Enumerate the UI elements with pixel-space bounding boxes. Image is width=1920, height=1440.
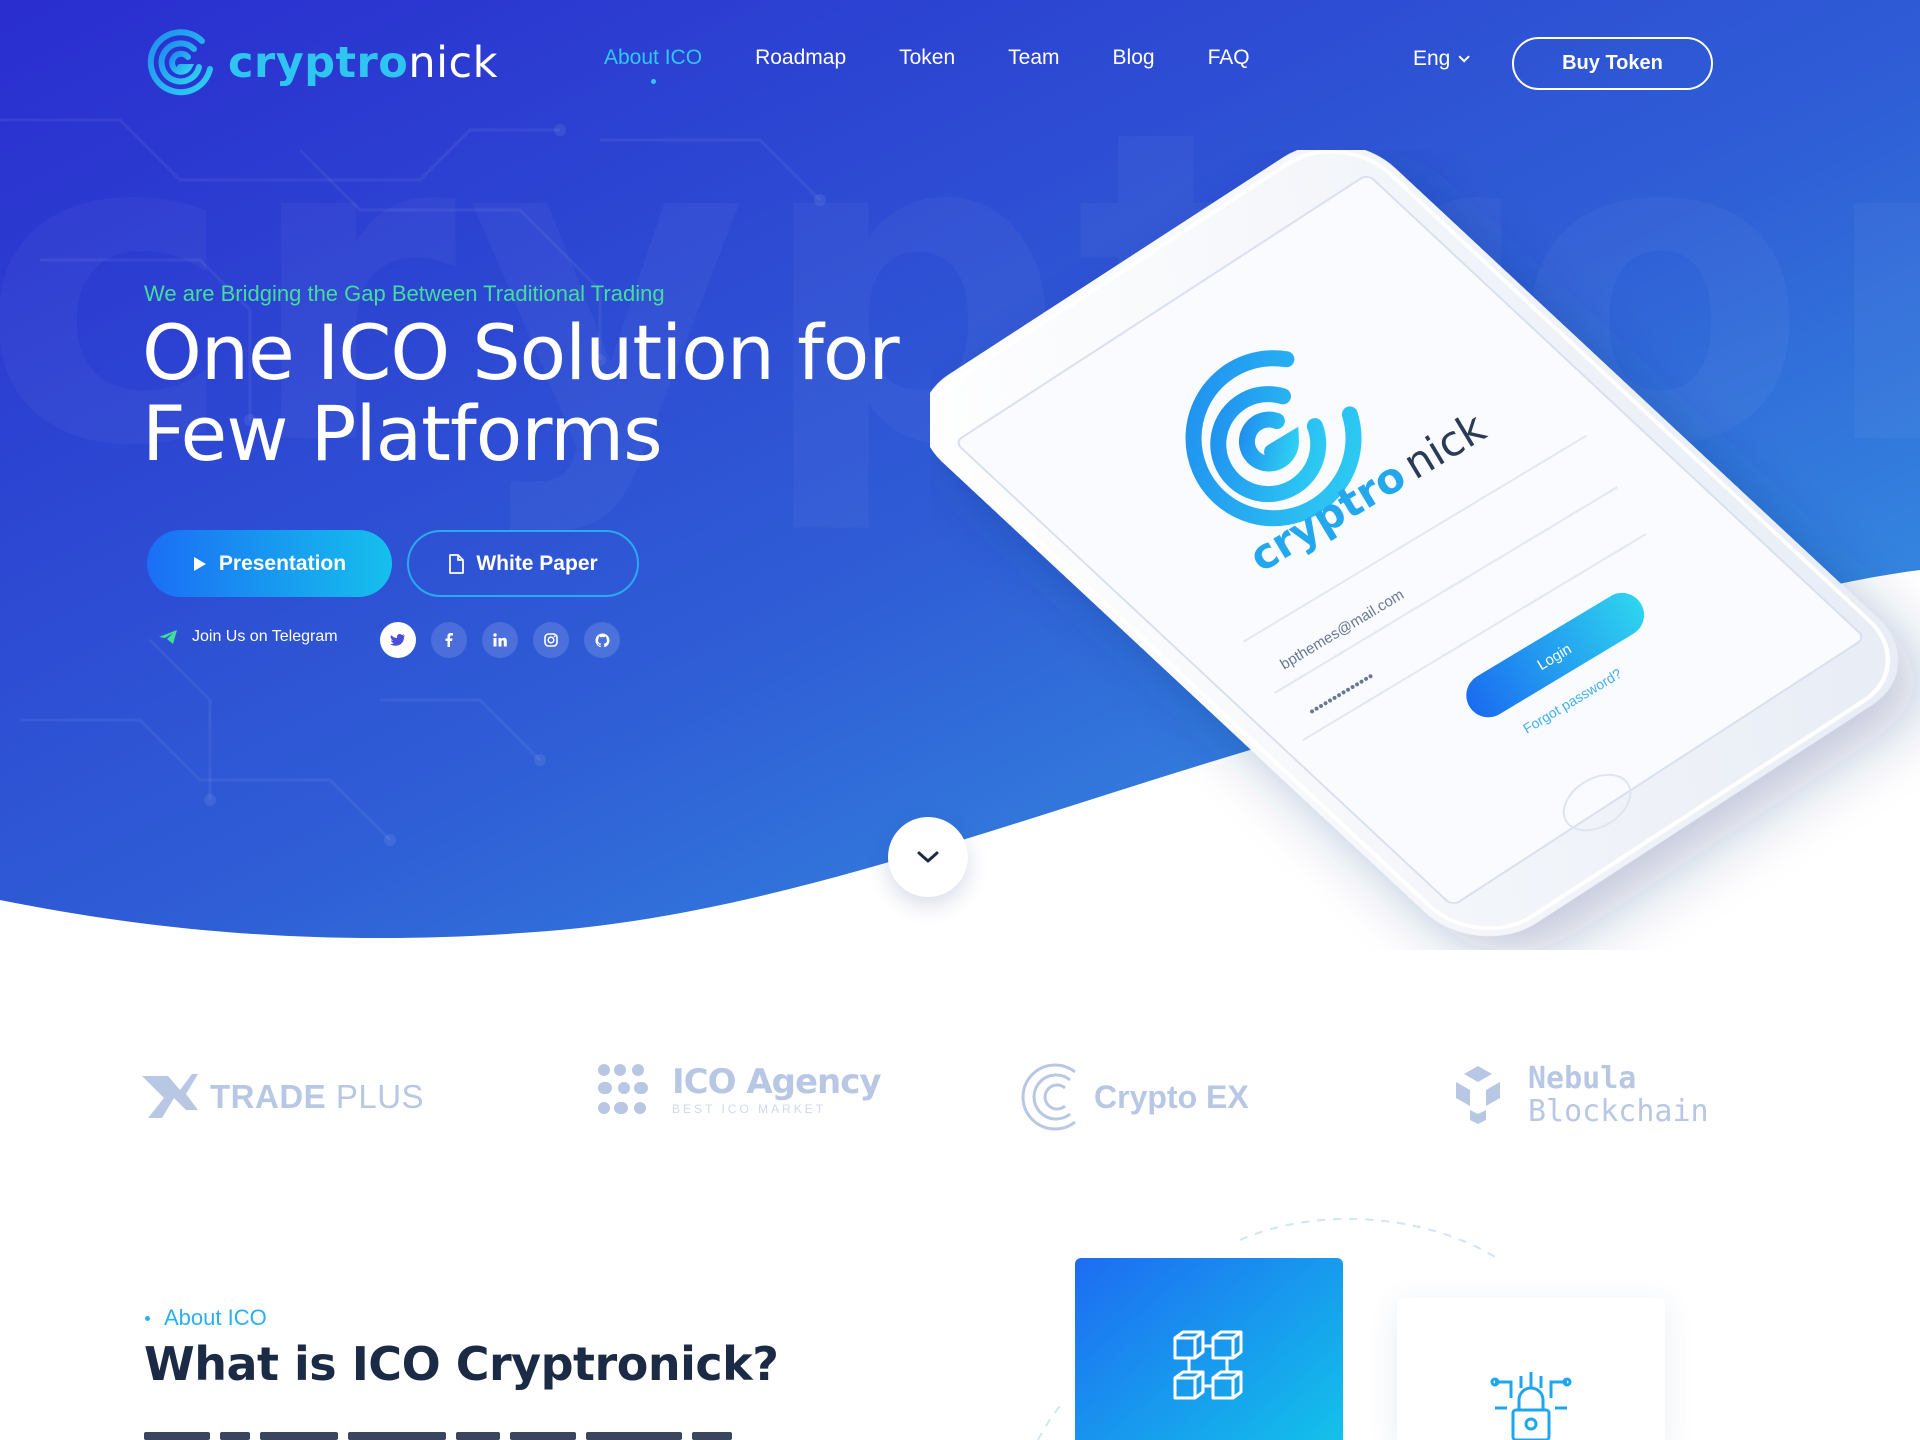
github-icon[interactable] [584, 622, 620, 658]
white-paper-button[interactable]: White Paper [407, 530, 639, 597]
nav-link-team[interactable]: Team [1008, 46, 1059, 70]
ico-agency-wordmark: ICO Agency BEST ICO MARKET [672, 1062, 882, 1116]
partner-trade-plus[interactable]: TRADE PLUS [142, 1070, 424, 1124]
buy-token-button[interactable]: Buy Token [1512, 37, 1713, 90]
about-paragraph-preview [144, 1432, 732, 1440]
instagram-icon[interactable] [533, 622, 569, 658]
language-label: Eng [1413, 47, 1451, 70]
telegram-label: Join Us on Telegram [192, 628, 338, 645]
nav-link-token[interactable]: Token [899, 46, 955, 70]
partner-ico-agency[interactable]: ICO Agency BEST ICO MARKET [596, 1062, 882, 1118]
nebula-cube-logo-icon [1456, 1066, 1500, 1124]
circuit-lock-icon [1490, 1372, 1572, 1440]
nebula-wordmark: Nebula Blockchain [1528, 1061, 1709, 1129]
partner-nebula-blockchain[interactable]: Nebula Blockchain [1448, 1062, 1709, 1128]
about-section-title: What is ICO Cryptronick? [144, 1337, 779, 1391]
feature-card-blockchain[interactable] [1075, 1258, 1343, 1440]
bullet-dot [145, 1315, 150, 1321]
trade-plus-logo-icon [142, 1074, 198, 1118]
nav-link-about-ico[interactable]: About ICO [604, 46, 702, 84]
hero-title-line-1: One ICO Solution for [142, 308, 900, 397]
play-icon [193, 556, 207, 572]
crypto-ex-wordmark: Crypto EX [1094, 1078, 1249, 1115]
nav-link-faq[interactable]: FAQ [1208, 46, 1250, 70]
site-logo[interactable]: cryptronick [142, 25, 498, 101]
nav-link-blog[interactable]: Blog [1113, 46, 1155, 70]
partner-crypto-ex[interactable]: Crypto EX [1020, 1062, 1249, 1132]
crypto-ex-logo-icon [1021, 1063, 1076, 1131]
ico-agency-logo-icon [598, 1064, 648, 1114]
hero-title-line-2: Few Platforms [142, 389, 663, 478]
feature-card-security[interactable] [1397, 1298, 1665, 1440]
logo-wordmark: cryptronick [228, 38, 499, 88]
trade-plus-wordmark: TRADE PLUS [210, 1078, 425, 1115]
about-section-tag: About ICO [145, 1305, 267, 1331]
language-selector[interactable]: Eng [1413, 47, 1471, 71]
presentation-button[interactable]: Presentation [147, 530, 392, 597]
white-paper-button-label: White Paper [476, 551, 598, 575]
document-icon [448, 553, 465, 574]
partner-logos: TRADE PLUS ICO Agency BEST ICO MARKET Cr… [0, 1040, 1920, 1200]
telegram-link[interactable]: Join Us on Telegram [158, 628, 338, 646]
phone-illustration: cryptro nick bpthemes@mail.com •••••••••… [922, 143, 1898, 937]
telegram-icon [158, 629, 178, 645]
about-tag-label: About ICO [164, 1305, 267, 1330]
blockchain-blocks-icon [1173, 1330, 1243, 1400]
hero-title: One ICO Solution for Few Platforms [142, 312, 902, 474]
hero-section: cryptronick cryptronick About ICO Roadma… [0, 0, 1920, 1010]
nav-link-roadmap[interactable]: Roadmap [755, 46, 846, 70]
facebook-icon[interactable] [431, 622, 467, 658]
presentation-button-label: Presentation [218, 551, 347, 575]
scroll-down-button[interactable] [888, 817, 968, 897]
chevron-down-icon [917, 851, 939, 863]
logo-mark-icon [147, 29, 213, 96]
linkedin-icon[interactable] [482, 622, 518, 658]
twitter-icon[interactable] [380, 622, 416, 658]
main-navigation: About ICO Roadmap Token Team Blog FAQ [604, 46, 1303, 84]
hero-eyebrow: We are Bridging the Gap Between Traditio… [144, 281, 665, 306]
phone-mockup: cryptro nick bpthemes@mail.com •••••••••… [922, 143, 1920, 950]
social-links [380, 622, 635, 658]
